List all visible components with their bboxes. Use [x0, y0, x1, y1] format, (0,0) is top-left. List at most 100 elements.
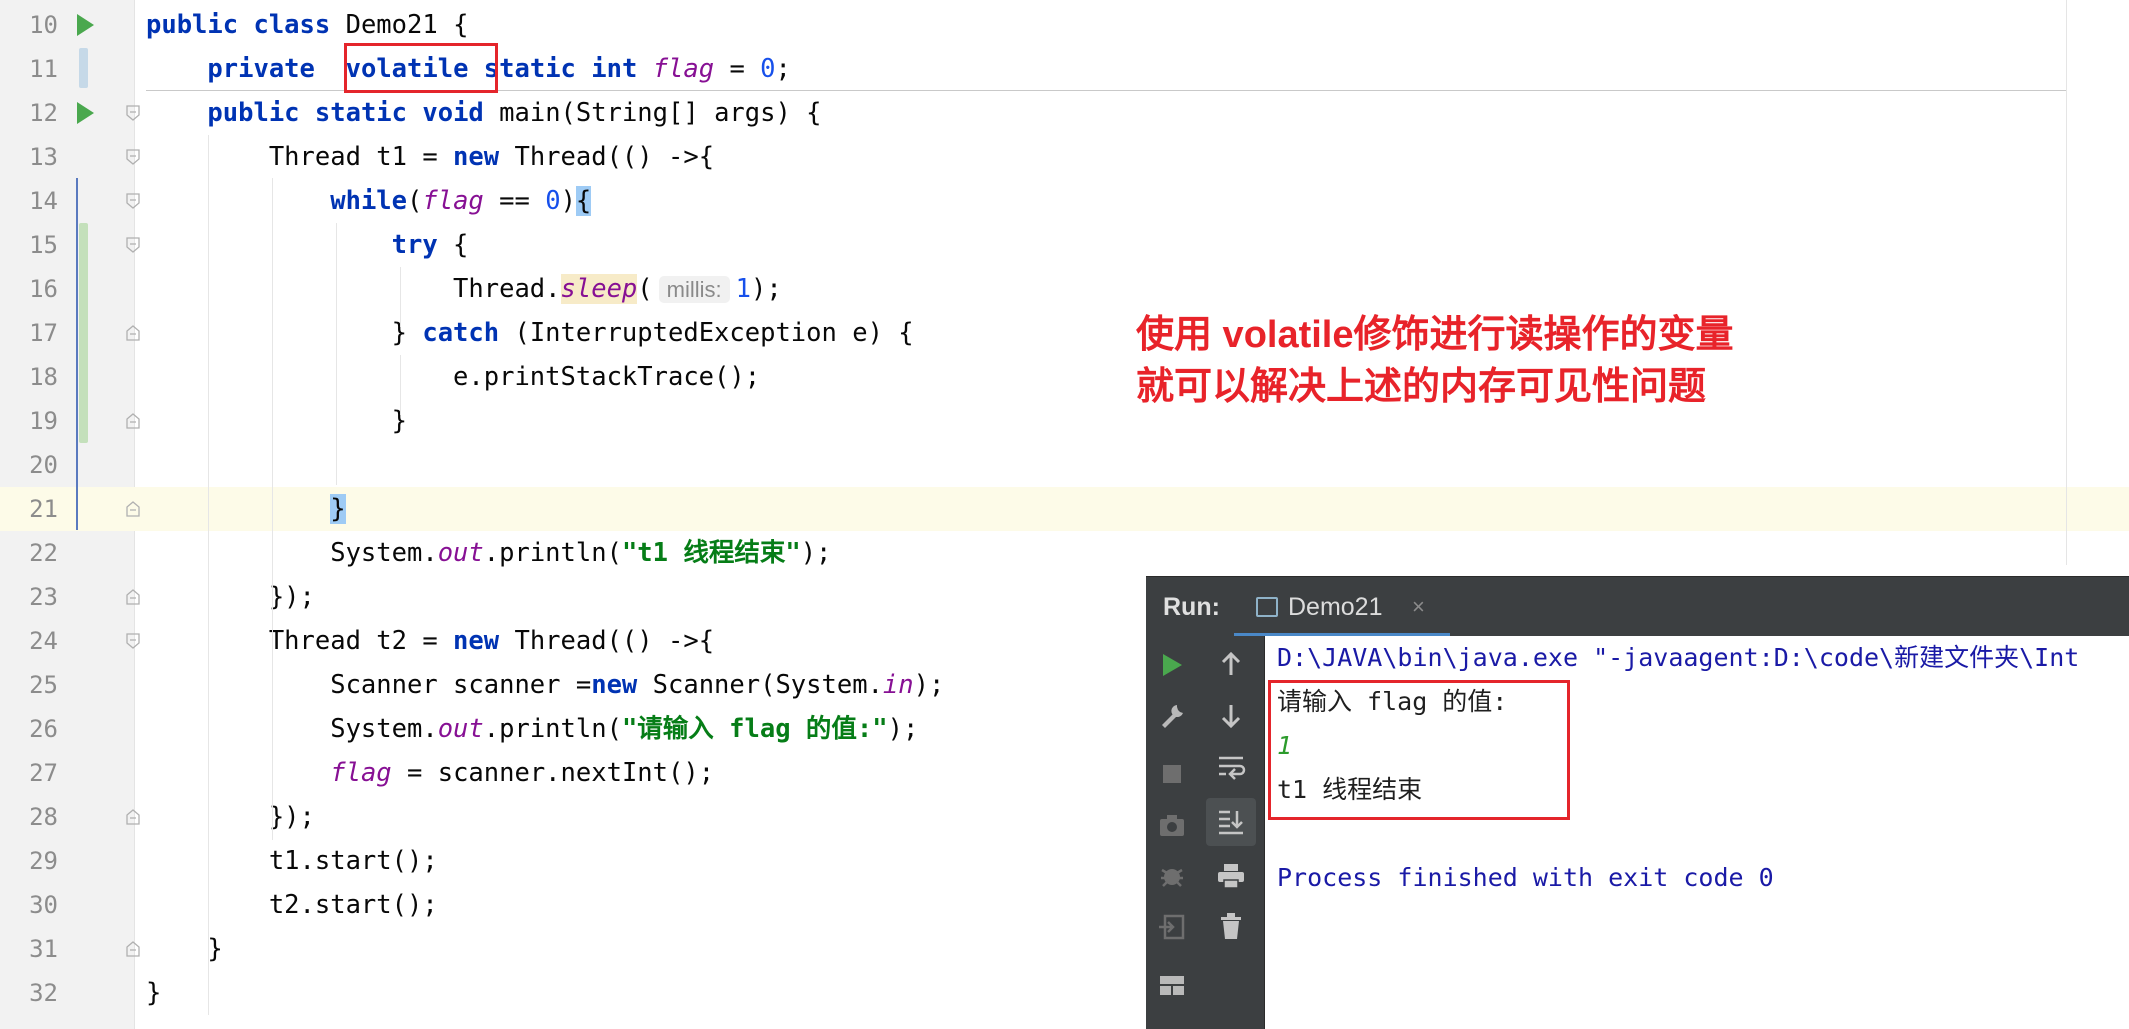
- run-gutter-icon[interactable]: [77, 14, 94, 36]
- up-arrow-icon[interactable]: [1218, 650, 1244, 678]
- code-line[interactable]: 20: [0, 443, 2129, 487]
- line-number[interactable]: 30: [0, 883, 58, 927]
- fold-open-icon[interactable]: [126, 193, 140, 209]
- print-icon[interactable]: [1216, 862, 1246, 890]
- close-tab-icon[interactable]: ×: [1412, 577, 1425, 637]
- line-number[interactable]: 28: [0, 795, 58, 839]
- code-token: Scanner(System.: [637, 670, 883, 700]
- wrench-icon[interactable]: [1158, 702, 1186, 730]
- code-text[interactable]: Thread.sleep(millis: 1);: [146, 267, 782, 312]
- code-text[interactable]: }: [146, 927, 222, 971]
- line-number[interactable]: 21: [0, 487, 58, 531]
- fold-close-icon[interactable]: [126, 325, 140, 341]
- line-number[interactable]: 26: [0, 707, 58, 751]
- down-arrow-icon[interactable]: [1218, 702, 1244, 730]
- fold-close-icon[interactable]: [126, 809, 140, 825]
- code-text[interactable]: while(flag == 0){: [146, 179, 592, 223]
- code-line[interactable]: 22 System.out.println("t1 线程结束");: [0, 531, 2129, 575]
- code-line[interactable]: 17 } catch (InterruptedException e) {: [0, 311, 2129, 355]
- fold-close-icon[interactable]: [126, 413, 140, 429]
- code-token: ;: [775, 54, 791, 84]
- code-line[interactable]: 16 Thread.sleep(millis: 1);: [0, 267, 2129, 311]
- code-text[interactable]: public static void main(String[] args) {: [146, 91, 821, 135]
- scroll-to-end-button[interactable]: [1206, 798, 1256, 846]
- line-number[interactable]: 12: [0, 91, 58, 135]
- vcs-added-marker[interactable]: [79, 223, 88, 443]
- code-text[interactable]: System.out.println("t1 线程结束");: [146, 531, 831, 575]
- camera-icon[interactable]: [1158, 812, 1186, 838]
- code-text[interactable]: System.out.println("请输入 flag 的值:");: [146, 707, 918, 751]
- code-text[interactable]: Thread t2 = new Thread(() ->{: [146, 619, 714, 663]
- code-line[interactable]: 21 }: [0, 487, 2129, 531]
- code-line[interactable]: 13 Thread t1 = new Thread(() ->{: [0, 135, 2129, 179]
- line-number[interactable]: 14: [0, 179, 58, 223]
- fold-open-icon[interactable]: [126, 105, 140, 121]
- fold-close-icon[interactable]: [126, 589, 140, 605]
- vcs-modified-marker[interactable]: [79, 48, 88, 88]
- line-number[interactable]: 17: [0, 311, 58, 355]
- tab-label: Demo21: [1288, 593, 1383, 621]
- fold-close-icon[interactable]: [126, 501, 140, 517]
- code-line[interactable]: 18 e.printStackTrace();: [0, 355, 2129, 399]
- run-toolbar-left: [1146, 636, 1198, 1029]
- code-text[interactable]: flag = scanner.nextInt();: [146, 751, 714, 795]
- keyword-token: try: [391, 230, 438, 260]
- line-number[interactable]: 19: [0, 399, 58, 443]
- annotation-line-2: 就可以解决上述的内存可见性问题: [1136, 366, 1707, 408]
- soft-wrap-icon[interactable]: [1216, 752, 1246, 782]
- stop-icon[interactable]: [1160, 762, 1184, 786]
- code-token: =: [714, 54, 761, 84]
- line-number[interactable]: 20: [0, 443, 58, 487]
- line-number[interactable]: 31: [0, 927, 58, 971]
- line-number[interactable]: 13: [0, 135, 58, 179]
- fold-close-icon[interactable]: [126, 941, 140, 957]
- run-icon[interactable]: [1160, 652, 1184, 678]
- fold-open-icon[interactable]: [126, 237, 140, 253]
- line-number[interactable]: 16: [0, 267, 58, 311]
- code-token: Thread t1 =: [146, 142, 454, 172]
- line-number[interactable]: 25: [0, 663, 58, 707]
- code-text[interactable]: });: [146, 575, 315, 619]
- code-line[interactable]: 14 while(flag == 0){: [0, 179, 2129, 223]
- line-number[interactable]: 29: [0, 839, 58, 883]
- line-number[interactable]: 11: [0, 47, 58, 91]
- console-exit-line: Process finished with exit code 0: [1277, 863, 1774, 892]
- line-number[interactable]: 22: [0, 531, 58, 575]
- code-text[interactable]: });: [146, 795, 315, 839]
- line-number[interactable]: 27: [0, 751, 58, 795]
- run-panel-header: Run: Demo21 ×: [1146, 576, 2129, 637]
- exit-icon[interactable]: [1158, 914, 1186, 940]
- code-text[interactable]: }: [146, 399, 407, 443]
- run-gutter-icon[interactable]: [77, 102, 94, 124]
- code-text[interactable]: }: [146, 971, 161, 1015]
- tab-demo21[interactable]: Demo21 ×: [1234, 577, 1450, 637]
- line-number[interactable]: 23: [0, 575, 58, 619]
- line-number[interactable]: 32: [0, 971, 58, 1015]
- line-number[interactable]: 24: [0, 619, 58, 663]
- code-line[interactable]: 19 }: [0, 399, 2129, 443]
- code-token: = scanner.nextInt();: [391, 758, 715, 788]
- code-text[interactable]: } catch (InterruptedException e) {: [146, 311, 914, 355]
- code-line[interactable]: 12 public static void main(String[] args…: [0, 91, 2129, 135]
- code-text[interactable]: t1.start();: [146, 839, 438, 883]
- code-text[interactable]: t2.start();: [146, 883, 438, 927]
- line-number[interactable]: 15: [0, 223, 58, 267]
- fold-open-icon[interactable]: [126, 633, 140, 649]
- line-number[interactable]: 10: [0, 3, 58, 47]
- code-text[interactable]: Scanner scanner =new Scanner(System.in);: [146, 663, 944, 707]
- code-text[interactable]: try {: [146, 223, 469, 267]
- code-text[interactable]: Thread t1 = new Thread(() ->{: [146, 135, 714, 179]
- trash-icon[interactable]: [1218, 912, 1244, 940]
- code-line[interactable]: 11 private volatile static int flag = 0;: [0, 47, 2129, 91]
- debug-icon[interactable]: [1158, 862, 1186, 890]
- line-number[interactable]: 18: [0, 355, 58, 399]
- code-text[interactable]: public class Demo21 {: [146, 3, 468, 47]
- code-line[interactable]: 15 try {: [0, 223, 2129, 267]
- string-token: "t1 线程结束": [621, 538, 801, 568]
- code-line[interactable]: 10 public class Demo21 {: [0, 3, 2129, 47]
- layout-icon[interactable]: [1158, 972, 1186, 998]
- fold-open-icon[interactable]: [126, 149, 140, 165]
- code-text[interactable]: }: [146, 487, 346, 531]
- indent-guide: [400, 267, 401, 327]
- code-text[interactable]: e.printStackTrace();: [146, 355, 760, 399]
